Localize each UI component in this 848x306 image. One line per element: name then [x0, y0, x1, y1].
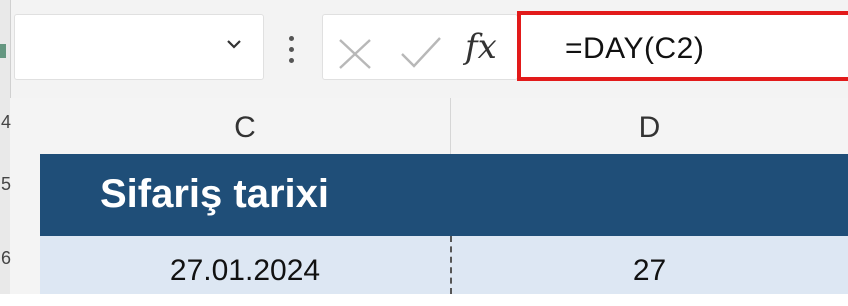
- cancel-icon[interactable]: [338, 38, 372, 70]
- cell-c2[interactable]: 27.01.2024: [40, 236, 450, 294]
- formula-text[interactable]: =DAY(C2): [565, 32, 704, 66]
- row-header-4[interactable]: 4: [1, 112, 11, 133]
- insert-function-button[interactable]: fx: [465, 27, 497, 67]
- cell-d2[interactable]: 27: [451, 236, 848, 294]
- column-header-d[interactable]: D: [451, 98, 848, 155]
- enter-check-icon[interactable]: [400, 36, 442, 70]
- selection-border: [450, 236, 452, 294]
- row-header-6[interactable]: 6: [1, 248, 11, 269]
- more-options-icon[interactable]: [289, 36, 295, 66]
- header-cell-c1[interactable]: Sifariş tarixi: [100, 172, 329, 217]
- row-headers: 4 5 6: [1, 98, 41, 294]
- column-header-c[interactable]: C: [40, 98, 451, 155]
- row-marker: [0, 44, 6, 58]
- chevron-down-icon[interactable]: [226, 36, 242, 52]
- formula-input[interactable]: =DAY(C2): [517, 11, 848, 81]
- header-cell-row[interactable]: Sifariş tarixi: [40, 154, 848, 236]
- row-header-5[interactable]: 5: [1, 174, 11, 195]
